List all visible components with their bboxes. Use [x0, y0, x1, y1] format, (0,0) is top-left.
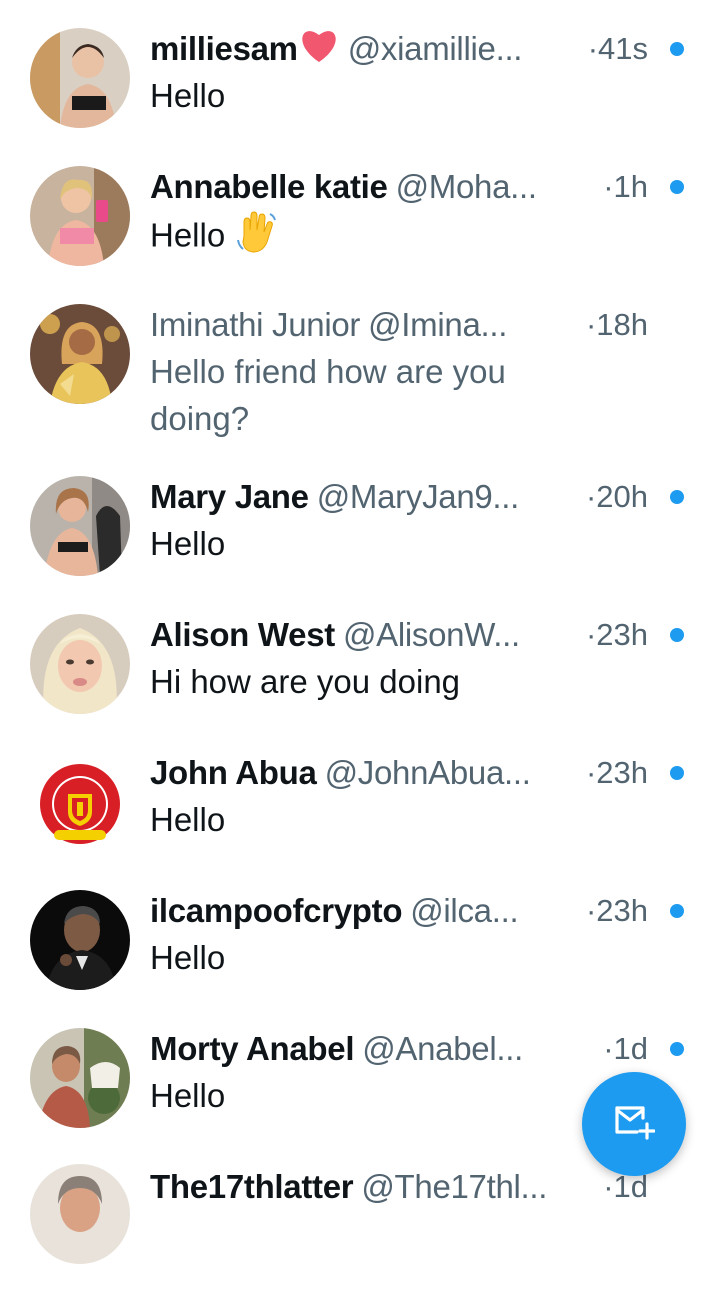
conversation-item[interactable]: Annabelle katie @Moha... ·1h Hello — [0, 164, 716, 294]
conversation-header: milliesam @xiamillie... — [150, 26, 650, 72]
conversation-header: Morty Anabel @Anabel... — [150, 1026, 650, 1072]
sender-name: John Abua — [150, 754, 317, 791]
sender-handle: @AlisonW... — [342, 616, 520, 653]
message-preview: Hello — [150, 1077, 226, 1114]
sender-handle: @xiamillie... — [347, 30, 523, 67]
timestamp: ·23h — [585, 617, 648, 652]
sender-handle: @Imina... — [368, 306, 508, 343]
conversation-item[interactable]: The17thlatter @The17thl... ·1d — [0, 1164, 716, 1294]
sender-name: milliesam — [150, 30, 298, 67]
message-preview: Hello — [150, 525, 226, 562]
message-text: Hello — [150, 216, 226, 254]
message-preview: Hello — [150, 210, 580, 266]
avatar[interactable] — [30, 304, 130, 404]
timestamp: ·18h — [585, 307, 648, 342]
new-message-icon — [613, 1104, 656, 1145]
sender-handle: @The17thl... — [361, 1168, 548, 1205]
avatar[interactable] — [30, 476, 130, 576]
avatar[interactable] — [30, 28, 130, 128]
timestamp: ·20h — [585, 479, 648, 514]
conversation-item[interactable]: Mary Jane @MaryJan9... ·20h Hello — [0, 474, 716, 604]
sender-handle: @ilca... — [410, 892, 519, 929]
conversation-item[interactable]: milliesam @xiamillie... ·41s Hello — [0, 26, 716, 156]
timestamp: ·23h — [585, 755, 648, 790]
avatar[interactable] — [30, 1028, 130, 1128]
sender-handle: @MaryJan9... — [316, 478, 520, 515]
conversation-item[interactable]: Iminathi Junior @Imina... ·18h Hello frie… — [0, 302, 716, 437]
message-preview: Hello — [150, 801, 226, 838]
unread-dot — [670, 628, 684, 642]
unread-dot — [670, 766, 684, 780]
timestamp: ·23h — [585, 893, 648, 928]
unread-dot — [670, 42, 684, 56]
unread-dot — [670, 904, 684, 918]
sender-name: ilcampoofcrypto — [150, 892, 403, 929]
unread-dot — [670, 180, 684, 194]
conversation-item[interactable]: Alison West @AlisonW... ·23h Hi how are y… — [0, 612, 716, 742]
conversation-header: The17thlatter @The17thl... — [150, 1164, 650, 1210]
avatar[interactable] — [30, 166, 130, 266]
timestamp: ·1h — [603, 169, 648, 204]
new-message-button[interactable] — [582, 1072, 686, 1176]
conversation-header: Alison West @AlisonW... — [150, 612, 650, 658]
sender-name: Morty Anabel — [150, 1030, 355, 1067]
sender-name: Mary Jane — [150, 478, 309, 515]
conversation-header: Mary Jane @MaryJan9... — [150, 474, 650, 520]
conversation-item[interactable]: John Abua @JohnAbua... ·23h Hello — [0, 750, 716, 880]
sender-name: Iminathi Junior — [150, 306, 361, 343]
sender-handle: @JohnAbua... — [324, 754, 531, 791]
message-preview: Hello friend how are you doing? — [150, 353, 506, 437]
sender-name: Alison West — [150, 616, 335, 653]
timestamp: ·41s — [587, 31, 648, 66]
avatar[interactable] — [30, 890, 130, 990]
unread-dot — [670, 1042, 684, 1056]
message-preview: Hello — [150, 77, 226, 114]
conversation-header: Annabelle katie @Moha... — [150, 164, 650, 210]
avatar[interactable] — [30, 614, 130, 714]
conversation-header: Iminathi Junior @Imina... — [150, 302, 650, 348]
conversation-header: ilcampoofcrypto @ilca... — [150, 888, 650, 934]
sender-name: The17thlatter — [150, 1168, 354, 1205]
message-preview: Hi how are you doing — [150, 663, 461, 700]
conversation-item[interactable]: ilcampoofcrypto @ilca... ·23h Hello — [0, 888, 716, 1018]
conversation-header: John Abua @JohnAbua... — [150, 750, 650, 796]
heart-icon — [298, 26, 340, 72]
sender-handle: @Anabel... — [362, 1030, 523, 1067]
message-preview: Hello — [150, 939, 226, 976]
waving-hand-icon — [234, 210, 278, 266]
sender-name: Annabelle katie — [150, 168, 388, 205]
unread-dot — [670, 490, 684, 504]
sender-handle: @Moha... — [395, 168, 537, 205]
timestamp: ·1d — [603, 1031, 648, 1066]
avatar[interactable] — [30, 1164, 130, 1264]
avatar[interactable] — [30, 752, 130, 852]
